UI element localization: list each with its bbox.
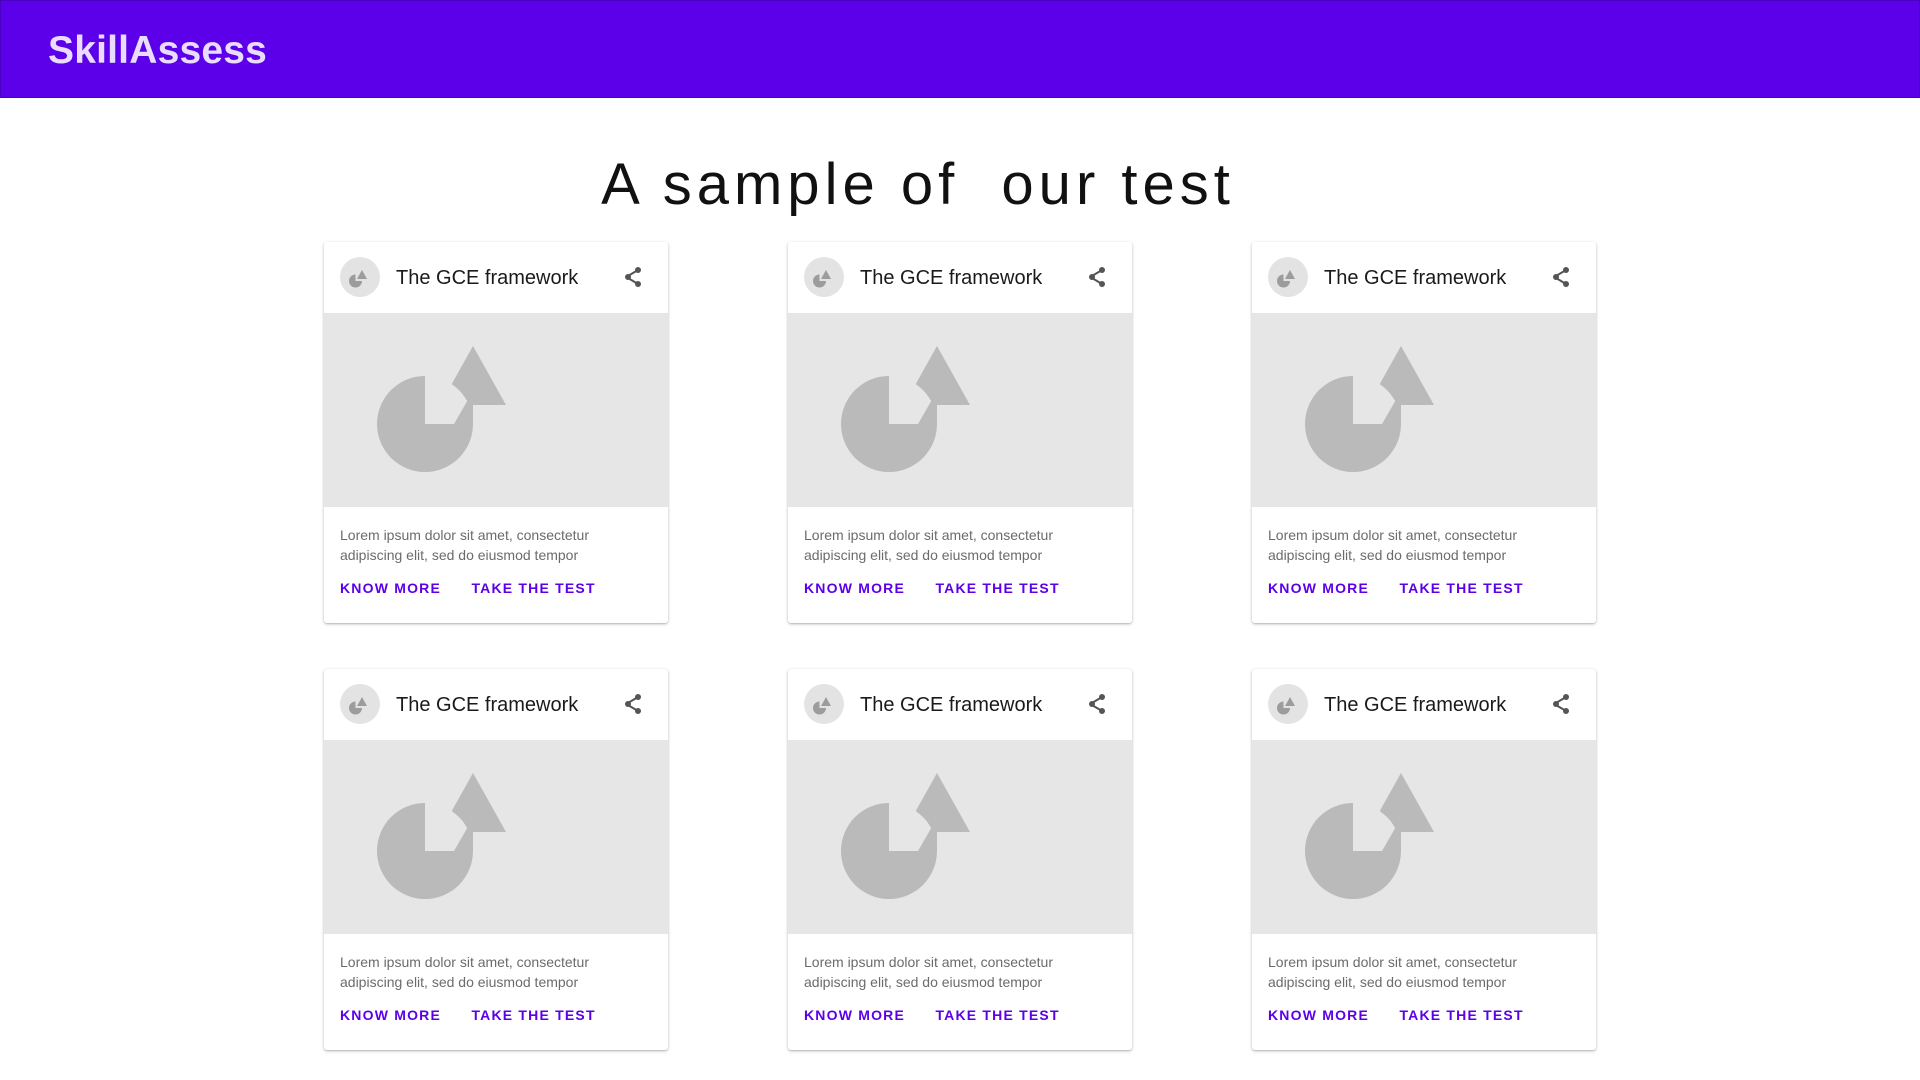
card-actions: KNOW MORE TAKE THE TEST (1268, 576, 1550, 600)
app-bar: SkillAssess (0, 0, 1920, 98)
take-test-button[interactable]: TAKE THE TEST (935, 1003, 1059, 1027)
page-heading: A sample of our test (601, 152, 1235, 217)
image-placeholder-icon (377, 773, 506, 899)
share-icon[interactable] (1548, 691, 1574, 717)
card-media (324, 740, 668, 934)
brand-title[interactable]: SkillAssess (48, 27, 267, 75)
card-header: The GCE framework (324, 242, 668, 313)
test-card: The GCE framework Lorem ipsum dolor sit … (1252, 242, 1596, 623)
card-description: Lorem ipsum dolor sit amet, consectetur … (340, 954, 589, 990)
card-description: Lorem ipsum dolor sit amet, consectetur … (1268, 527, 1517, 563)
image-placeholder-icon (1305, 346, 1434, 472)
card-header: The GCE framework (324, 669, 668, 740)
card-header: The GCE framework (1252, 242, 1596, 313)
take-test-button[interactable]: TAKE THE TEST (935, 576, 1059, 600)
card-description: Lorem ipsum dolor sit amet, consectetur … (340, 527, 589, 563)
image-placeholder-icon (841, 773, 970, 899)
take-test-button[interactable]: TAKE THE TEST (1399, 1003, 1523, 1027)
card-header: The GCE framework (788, 242, 1132, 313)
know-more-button[interactable]: KNOW MORE (1268, 576, 1369, 600)
take-test-button[interactable]: TAKE THE TEST (471, 1003, 595, 1027)
card-actions: KNOW MORE TAKE THE TEST (1268, 1003, 1550, 1027)
card-title: The GCE framework (396, 694, 579, 716)
share-icon[interactable] (1084, 264, 1110, 290)
test-card: The GCE framework Lorem ipsum dolor sit … (324, 669, 668, 1050)
card-media (788, 313, 1132, 507)
card-header: The GCE framework (1252, 669, 1596, 740)
card-description: Lorem ipsum dolor sit amet, consectetur … (804, 954, 1053, 990)
test-card: The GCE framework Lorem ipsum dolor sit … (324, 242, 668, 623)
card-actions: KNOW MORE TAKE THE TEST (804, 1003, 1086, 1027)
card-actions: KNOW MORE TAKE THE TEST (340, 1003, 622, 1027)
image-placeholder-icon (841, 346, 970, 472)
card-media (788, 740, 1132, 934)
image-placeholder-icon (340, 257, 380, 297)
know-more-button[interactable]: KNOW MORE (1268, 1003, 1369, 1027)
card-title: The GCE framework (1324, 267, 1507, 289)
take-test-button[interactable]: TAKE THE TEST (471, 576, 595, 600)
know-more-button[interactable]: KNOW MORE (340, 576, 441, 600)
image-placeholder-icon (804, 257, 844, 297)
card-description: Lorem ipsum dolor sit amet, consectetur … (1268, 954, 1517, 990)
test-card: The GCE framework Lorem ipsum dolor sit … (788, 669, 1132, 1050)
card-title: The GCE framework (860, 694, 1043, 716)
test-card: The GCE framework Lorem ipsum dolor sit … (1252, 669, 1596, 1050)
take-test-button[interactable]: TAKE THE TEST (1399, 576, 1523, 600)
image-placeholder-icon (1305, 773, 1434, 899)
card-actions: KNOW MORE TAKE THE TEST (804, 576, 1086, 600)
card-media (1252, 740, 1596, 934)
test-card: The GCE framework Lorem ipsum dolor sit … (788, 242, 1132, 623)
know-more-button[interactable]: KNOW MORE (340, 1003, 441, 1027)
image-placeholder-icon (377, 346, 506, 472)
share-icon[interactable] (620, 691, 646, 717)
image-placeholder-icon (1268, 684, 1308, 724)
share-icon[interactable] (620, 264, 646, 290)
card-title: The GCE framework (396, 267, 579, 289)
know-more-button[interactable]: KNOW MORE (804, 576, 905, 600)
card-actions: KNOW MORE TAKE THE TEST (340, 576, 622, 600)
image-placeholder-icon (804, 684, 844, 724)
image-placeholder-icon (1268, 257, 1308, 297)
card-title: The GCE framework (1324, 694, 1507, 716)
card-media (1252, 313, 1596, 507)
card-description: Lorem ipsum dolor sit amet, consectetur … (804, 527, 1053, 563)
card-title: The GCE framework (860, 267, 1043, 289)
know-more-button[interactable]: KNOW MORE (804, 1003, 905, 1027)
image-placeholder-icon (340, 684, 380, 724)
share-icon[interactable] (1548, 264, 1574, 290)
share-icon[interactable] (1084, 691, 1110, 717)
card-media (324, 313, 668, 507)
card-header: The GCE framework (788, 669, 1132, 740)
